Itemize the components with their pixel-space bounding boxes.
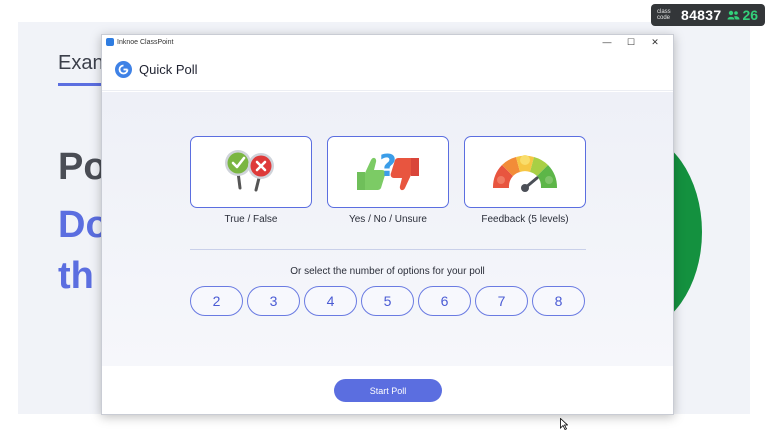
option-count-8-button[interactable]: 8 <box>532 286 585 316</box>
quick-poll-window: Inknoe ClassPoint — ☐ ✕ Quick Poll True … <box>101 34 674 415</box>
dialog-title: Quick Poll <box>139 62 198 77</box>
option-count-7-button[interactable]: 7 <box>475 286 528 316</box>
options-divider <box>190 249 586 250</box>
feedback-label: Feedback (5 levels) <box>481 214 569 225</box>
dialog-header: Quick Poll <box>102 49 673 91</box>
close-button[interactable]: ✕ <box>643 36 667 48</box>
option-count-3-button[interactable]: 3 <box>247 286 300 316</box>
dialog-content: True / False ? Yes / No / Unsure Feedbac… <box>102 92 673 366</box>
yes-no-unsure-label: Yes / No / Unsure <box>348 214 427 225</box>
yes-no-unsure-option[interactable]: ? <box>327 136 449 208</box>
true-false-icon <box>225 150 274 192</box>
minimize-button[interactable]: — <box>595 36 619 48</box>
option-count-4-button[interactable]: 4 <box>304 286 357 316</box>
quick-poll-icon <box>115 61 132 78</box>
class-code-label: class code <box>657 9 677 21</box>
slide-title: Exan <box>58 52 104 74</box>
option-count-2-button[interactable]: 2 <box>190 286 243 316</box>
yes-no-unsure-icon: ? <box>357 149 419 191</box>
start-poll-button[interactable]: Start Poll <box>334 379 442 402</box>
class-code-badge[interactable]: class code 84837 26 <box>651 4 765 26</box>
feedback-option[interactable] <box>464 136 586 208</box>
window-controls: — ☐ ✕ <box>595 36 667 48</box>
feedback-gauge-icon <box>492 155 558 192</box>
participant-count-value: 26 <box>742 7 759 23</box>
mouse-cursor-icon <box>560 418 568 430</box>
users-icon <box>727 10 740 20</box>
window-title: Inknoe ClassPoint <box>117 38 174 46</box>
class-code-label-line2: code <box>657 15 671 21</box>
slide-heading-line1: Po <box>58 146 107 188</box>
dialog-footer: Start Poll <box>102 366 673 414</box>
classpoint-logo-icon <box>106 38 114 46</box>
participant-count[interactable]: 26 <box>727 7 758 23</box>
true-false-label: True / False <box>224 214 278 225</box>
window-titlebar[interactable]: Inknoe ClassPoint — ☐ ✕ <box>102 35 673 49</box>
class-code-value: 84837 <box>681 7 722 23</box>
true-false-option[interactable] <box>190 136 312 208</box>
option-count-5-button[interactable]: 5 <box>361 286 414 316</box>
slide-title-underline <box>58 83 106 86</box>
select-number-prompt: Or select the number of options for your… <box>290 266 485 277</box>
maximize-button[interactable]: ☐ <box>619 36 643 48</box>
number-options-row: 2 3 4 5 6 7 8 <box>190 286 589 316</box>
slide-heading-line3: th <box>58 255 94 297</box>
option-count-6-button[interactable]: 6 <box>418 286 471 316</box>
